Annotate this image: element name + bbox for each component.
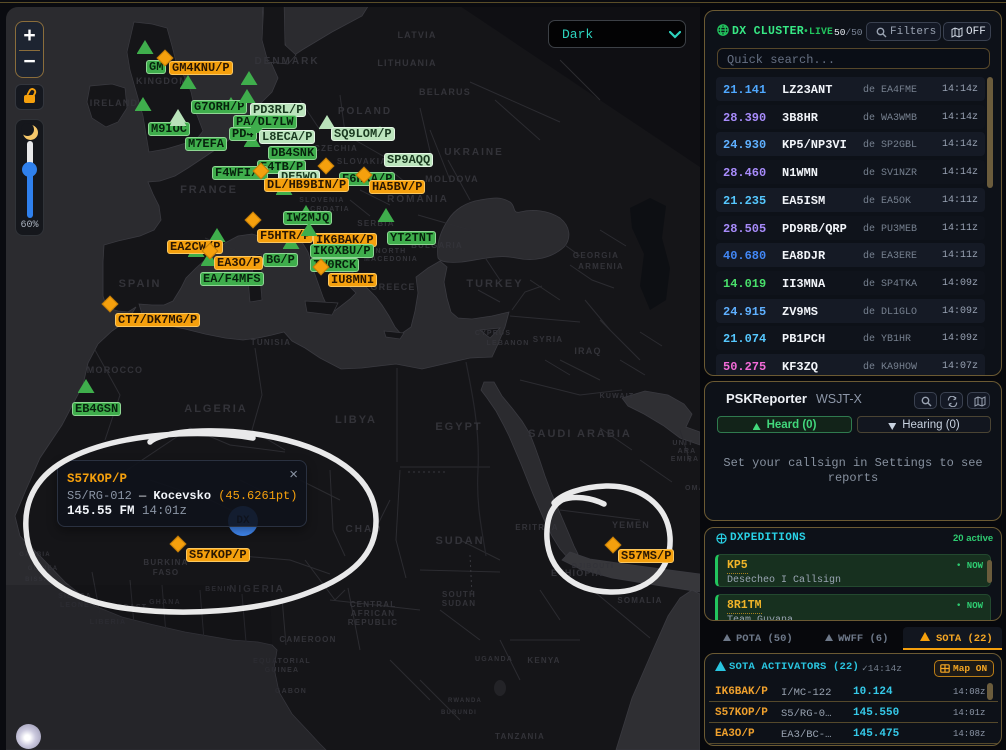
svg-text:TUNISIA: TUNISIA bbox=[251, 338, 291, 347]
svg-text:CENTRAL: CENTRAL bbox=[350, 600, 397, 609]
svg-text:CZECHIA: CZECHIA bbox=[314, 144, 358, 153]
svg-text:ETHIOPIA: ETHIOPIA bbox=[551, 568, 603, 578]
svg-text:KUWAIT: KUWAIT bbox=[600, 393, 635, 400]
svg-text:SOMALIA: SOMALIA bbox=[617, 596, 662, 605]
svg-text:KINGDOM: KINGDOM bbox=[136, 76, 188, 86]
svg-text:BURKINA: BURKINA bbox=[143, 558, 188, 567]
svg-text:AFRICAN: AFRICAN bbox=[351, 609, 395, 618]
svg-text:GUINEA: GUINEA bbox=[28, 566, 59, 572]
svg-text:OMA: OMA bbox=[685, 485, 700, 492]
svg-text:FRANCE: FRANCE bbox=[180, 184, 238, 196]
svg-text:POLAND: POLAND bbox=[338, 106, 392, 117]
svg-text:SYRIA: SYRIA bbox=[533, 335, 563, 344]
svg-text:YEMEN: YEMEN bbox=[612, 520, 650, 530]
svg-text:SLOVENIA: SLOVENIA bbox=[299, 197, 344, 204]
svg-text:UGANDA: UGANDA bbox=[475, 656, 513, 663]
svg-text:SAUDI ARABIA: SAUDI ARABIA bbox=[528, 428, 632, 440]
svg-text:SUDAN: SUDAN bbox=[442, 599, 476, 608]
svg-text:EMIRA: EMIRA bbox=[671, 456, 700, 463]
svg-text:LATVIA: LATVIA bbox=[397, 30, 436, 40]
svg-text:RWANDA: RWANDA bbox=[448, 698, 482, 704]
svg-text:GAMBIA: GAMBIA bbox=[19, 552, 51, 558]
svg-text:LITHUANIA: LITHUANIA bbox=[377, 58, 436, 68]
svg-text:LEBANON: LEBANON bbox=[486, 340, 529, 347]
svg-text:KENYA: KENYA bbox=[527, 656, 560, 665]
svg-text:UNIT: UNIT bbox=[672, 440, 693, 447]
svg-text:SUDAN: SUDAN bbox=[435, 535, 484, 547]
svg-text:TURKEY: TURKEY bbox=[466, 278, 523, 290]
svg-text:SLOVAKIA: SLOVAKIA bbox=[337, 157, 387, 166]
svg-text:ALGERIA: ALGERIA bbox=[184, 403, 248, 415]
svg-text:BELARUS: BELARUS bbox=[419, 87, 471, 97]
svg-text:SPAIN: SPAIN bbox=[119, 278, 162, 290]
svg-text:REPUBLIC: REPUBLIC bbox=[348, 618, 399, 627]
svg-text:DENMARK: DENMARK bbox=[254, 56, 319, 67]
svg-text:ERITREA: ERITREA bbox=[515, 523, 559, 532]
svg-text:UKRAINE: UKRAINE bbox=[444, 147, 504, 158]
svg-text:MOROCCO: MOROCCO bbox=[87, 365, 143, 375]
svg-text:EGYPT: EGYPT bbox=[435, 421, 482, 433]
svg-text:ROMANIA: ROMANIA bbox=[387, 194, 449, 205]
svg-text:GEORGIA: GEORGIA bbox=[573, 251, 619, 260]
svg-text:TANZANIA: TANZANIA bbox=[495, 732, 545, 741]
svg-text:FASO: FASO bbox=[153, 568, 180, 577]
svg-text:MOLDOVA: MOLDOVA bbox=[425, 174, 479, 184]
svg-text:ARMENIA: ARMENIA bbox=[578, 262, 624, 271]
svg-text:IRELAND: IRELAND bbox=[90, 98, 138, 108]
svg-text:LIBYA: LIBYA bbox=[335, 414, 377, 426]
svg-text:BURUNDI: BURUNDI bbox=[441, 710, 477, 716]
svg-text:GREECE: GREECE bbox=[370, 282, 415, 292]
svg-text:CHAD: CHAD bbox=[346, 524, 383, 535]
svg-text:NORTH: NORTH bbox=[376, 248, 407, 255]
svg-text:ARA: ARA bbox=[678, 448, 697, 455]
svg-text:CYPRUS: CYPRUS bbox=[475, 330, 511, 337]
svg-text:IRAQ: IRAQ bbox=[574, 346, 601, 356]
svg-text:CAMEROON: CAMEROON bbox=[279, 635, 336, 644]
svg-text:SOUTH: SOUTH bbox=[442, 590, 476, 599]
svg-text:BISSAU: BISSAU bbox=[25, 577, 55, 583]
